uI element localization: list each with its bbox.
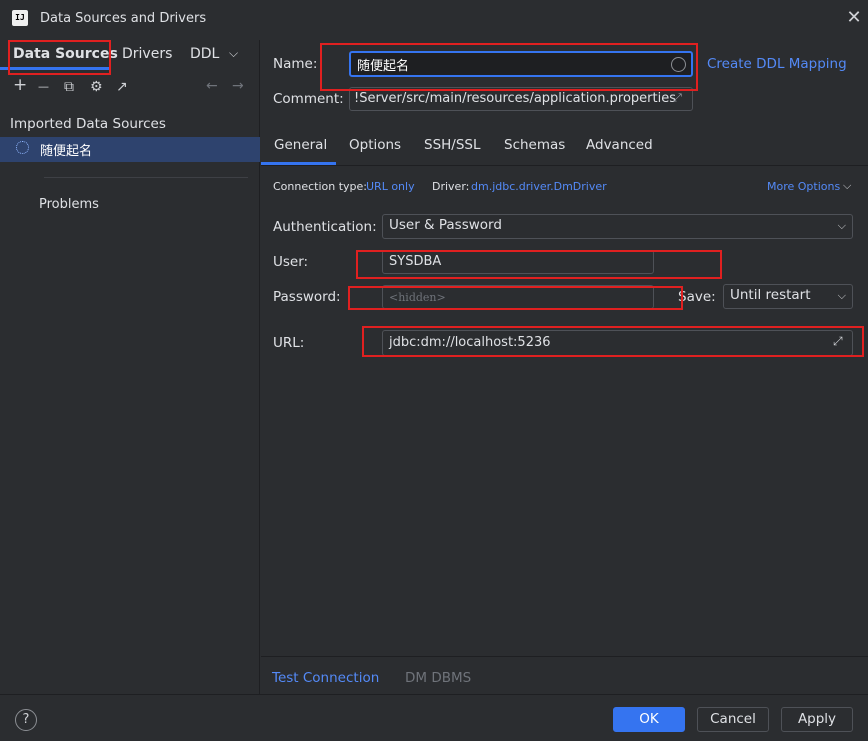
title-bar: IJ Data Sources and Drivers ✕ <box>0 0 868 38</box>
duplicate-icon[interactable]: ⧉ <box>64 79 74 95</box>
authentication-value: User & Password <box>389 217 502 233</box>
export-icon[interactable]: ↗ <box>116 79 128 95</box>
create-ddl-mapping-link[interactable]: Create DDL Mapping <box>707 56 847 72</box>
tab-options[interactable]: Options <box>349 137 401 153</box>
test-connection-bar: Test Connection DM DBMS <box>261 656 868 694</box>
expand-icon[interactable]: ⤢ <box>673 91 682 105</box>
user-label: User: <box>273 254 309 270</box>
save-value: Until restart <box>730 287 811 303</box>
remove-icon[interactable]: — <box>38 80 49 93</box>
help-icon[interactable]: ? <box>15 709 37 731</box>
apply-button[interactable]: Apply <box>781 707 853 732</box>
right-panel: Name: Create DDL Mapping Comment: !Serve… <box>261 40 868 694</box>
gear-icon[interactable]: ⚙ <box>90 79 103 95</box>
cancel-button[interactable]: Cancel <box>697 707 769 732</box>
driver-link[interactable]: dm.jdbc.driver.DmDriver <box>471 180 607 193</box>
dbms-label: DM DBMS <box>405 670 472 686</box>
app-logo-icon: IJ <box>12 10 28 26</box>
url-label: URL: <box>273 335 305 351</box>
close-icon[interactable]: ✕ <box>844 8 864 28</box>
annotation-box-name <box>320 43 698 91</box>
tab-ddl[interactable]: DDL <box>190 46 219 62</box>
general-settings: Connection type: URL only Driver: dm.jdb… <box>261 166 868 656</box>
tab-ssh-ssl[interactable]: SSH/SSL <box>424 137 481 153</box>
left-panel: Data Sources Drivers DDL ⌵ + — ⧉ ⚙ ↗ ← →… <box>0 40 260 694</box>
problems-item[interactable]: Problems <box>39 197 99 212</box>
data-source-label: 随便起名 <box>40 144 93 159</box>
divider <box>44 177 248 178</box>
name-label: Name: <box>273 56 318 72</box>
tab-drivers[interactable]: Drivers <box>122 46 172 62</box>
driver-label: Driver: <box>432 180 470 193</box>
save-label: Save: <box>678 289 716 305</box>
chevron-down-icon: ⌵ <box>837 219 846 232</box>
tab-advanced[interactable]: Advanced <box>586 137 653 153</box>
tab-general[interactable]: General <box>274 137 327 153</box>
window-title: Data Sources and Drivers <box>40 11 207 26</box>
tab-schemas[interactable]: Schemas <box>504 137 565 153</box>
chevron-down-icon: ⌵ <box>837 289 846 302</box>
annotation-box-url <box>362 326 864 357</box>
annotation-box-user <box>356 250 722 279</box>
dialog-footer: ? OK Cancel Apply <box>0 694 868 741</box>
password-label: Password: <box>273 289 341 305</box>
data-source-icon <box>16 141 29 154</box>
chevron-down-icon[interactable]: ⌵ <box>843 179 851 193</box>
comment-label: Comment: <box>273 91 344 107</box>
forward-arrow-icon[interactable]: → <box>232 78 244 94</box>
more-options-link[interactable]: More Options <box>767 180 840 193</box>
chevron-down-icon[interactable]: ⌵ <box>229 46 238 61</box>
add-icon[interactable]: + <box>13 75 27 95</box>
test-connection-link[interactable]: Test Connection <box>272 670 379 686</box>
connection-type-link[interactable]: URL only <box>366 180 415 193</box>
section-header-imported: Imported Data Sources <box>10 116 166 132</box>
annotation-box-password <box>348 286 683 310</box>
save-select[interactable]: Until restart ⌵ <box>723 284 853 309</box>
annotation-box-data-sources <box>8 40 111 75</box>
data-source-item[interactable]: 随便起名 <box>0 137 260 162</box>
authentication-select[interactable]: User & Password ⌵ <box>382 214 853 239</box>
back-arrow-icon[interactable]: ← <box>206 78 218 94</box>
connection-type-label: Connection type: <box>273 180 368 193</box>
ok-button[interactable]: OK <box>613 707 685 732</box>
authentication-label: Authentication: <box>273 219 377 235</box>
